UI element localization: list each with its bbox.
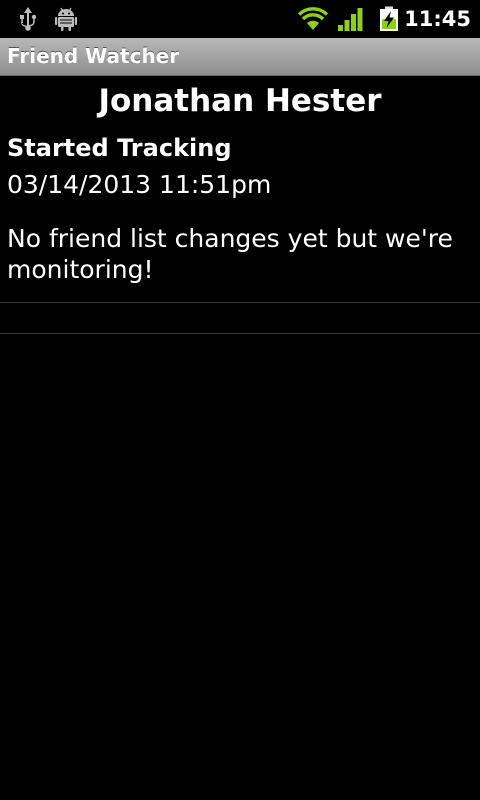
- started-tracking-label: Started Tracking: [7, 134, 232, 162]
- clock: 11:45: [404, 7, 471, 31]
- app-title: Friend Watcher: [7, 44, 180, 68]
- list-divider: [0, 333, 480, 334]
- battery-charging-icon: [380, 6, 398, 31]
- status-bar: 11:45: [0, 0, 480, 38]
- usb-icon: [20, 7, 37, 31]
- friend-name: Jonathan Hester: [98, 83, 382, 119]
- tracking-date: 03/14/2013 11:51pm: [7, 170, 272, 199]
- debug-icon: [55, 7, 77, 31]
- list-item[interactable]: [0, 303, 480, 333]
- friend-detail: Jonathan Hester Started Tracking 03/14/2…: [0, 76, 480, 284]
- status-message: No friend list changes yet but we're mon…: [7, 224, 453, 284]
- app-title-bar: Friend Watcher: [0, 38, 480, 76]
- wifi-icon: [297, 7, 329, 30]
- signal-icon: [338, 8, 363, 31]
